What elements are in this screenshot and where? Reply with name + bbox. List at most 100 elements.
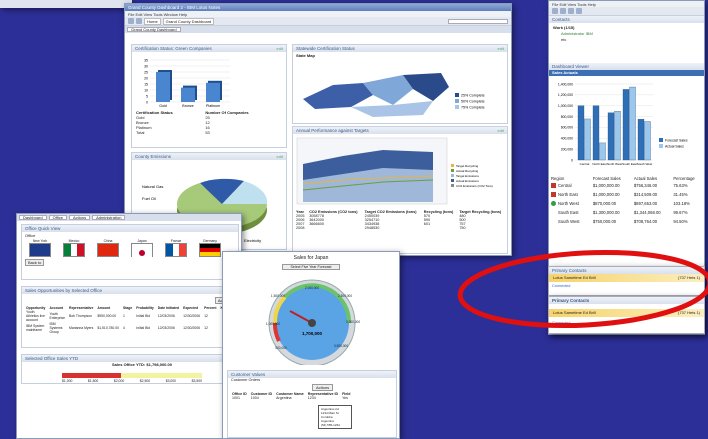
flag-icon <box>29 243 51 257</box>
targets-title: Annual Performance against Targets <box>296 128 369 133</box>
open-icon[interactable] <box>560 8 566 14</box>
sales-bar <box>614 111 621 161</box>
sales-cell: $756,346.00 <box>633 183 658 188</box>
pie-label-fuel-oil: Fuel Oil <box>142 196 156 201</box>
pie-label-natural-gas: Natural Gas <box>142 184 163 189</box>
state-edit-link[interactable]: edit <box>498 46 504 51</box>
opps-col: Probability <box>136 306 154 310</box>
scale-label: $1,000 <box>62 379 73 383</box>
sales-row: South East $1,300,000.00 $1,344,068.00 99.6… <box>549 208 704 217</box>
opps-row-cell: 1 <box>123 314 125 318</box>
refresh-icon[interactable] <box>568 8 574 14</box>
primary-contacts-1: Primary Contacts Lotus Sametime Ed Brill… <box>548 266 705 296</box>
contact-etc[interactable]: etc <box>553 37 700 43</box>
flag-option[interactable]: Mexico <box>59 239 89 257</box>
cert-table: Certification Status Number Of Companies … <box>134 110 284 135</box>
gauge-tick-label: 2,500,000 <box>338 294 352 298</box>
sales-row: North East $1,000,000.00 $314,509.00 31.45% <box>549 190 704 199</box>
flag-option[interactable]: France <box>161 239 191 257</box>
targets-legend-label: Target Emissions <box>456 174 479 178</box>
sales-cell: $1,000,000.00 <box>592 183 620 188</box>
cert-title: Certification Status: Green Companies <box>135 46 212 51</box>
targets-area-chart: Target RecyclingActual RecyclingTarget E… <box>296 137 493 205</box>
emissions-edit-link[interactable]: edit <box>277 154 283 159</box>
dashboard-tabstrip: Grand County Dashboard <box>125 26 511 33</box>
cert-ytick: 35 <box>144 58 148 62</box>
sales-bar <box>577 105 585 161</box>
primary1-row[interactable]: Lotus Sametime Ed Brill (737 Hets 1) <box>549 274 704 282</box>
targets-table: Year CO2 Emissions (CO2 tons) Target CO2 E… <box>294 210 506 230</box>
customer-cell: Yes <box>342 396 348 400</box>
sales-bar <box>637 119 645 161</box>
region-status-icon <box>551 219 556 225</box>
cert-edit-link[interactable]: edit <box>277 46 283 51</box>
opps-col: Percent <box>204 306 217 310</box>
search-input[interactable] <box>448 18 508 24</box>
targets-edit-link[interactable]: edit <box>498 128 504 133</box>
office-tab[interactable]: Dashboard <box>19 215 47 220</box>
five-year-forecast-button[interactable]: Select Five Year Forecast <box>282 264 340 270</box>
sales-cell: $1,300,000.00 <box>592 210 620 215</box>
flag-icon <box>97 243 119 257</box>
map-region-west <box>303 83 373 109</box>
tab-home[interactable]: Home <box>144 17 161 25</box>
map-legend-label: 25% Complete <box>461 94 485 98</box>
customer-cell: 1234 <box>307 396 316 400</box>
customer-cell: Argentina <box>276 396 292 400</box>
sales-xtick: Central <box>580 162 590 166</box>
map-region-central <box>363 75 413 105</box>
state-panel: Statewide Certification Status edit State… <box>292 44 508 124</box>
gauge-tick-label: 3,000,000 <box>346 320 360 324</box>
opps-row-cell: Youth Athletics live account <box>26 310 45 322</box>
gauge-tick-label: 1,000,000 <box>266 322 280 326</box>
sales-bar <box>584 118 591 161</box>
flag-option[interactable]: China <box>93 239 123 257</box>
tab-grand-county[interactable]: Grand County Dashboard <box>127 27 181 32</box>
tab-dashboard[interactable]: Grand County Dashboard <box>162 17 215 25</box>
flag-option[interactable]: Japan <box>127 239 157 260</box>
opps-row-cell: Marianna Myers <box>69 326 94 330</box>
targets-row: 2008 2948530 750 <box>294 226 506 230</box>
sales-bar <box>607 112 615 161</box>
targets-panel: Annual Performance against Targets edit T… <box>292 126 508 254</box>
sales-xtick: North East <box>592 162 606 166</box>
targets-row-cell <box>422 226 458 230</box>
office-tab[interactable]: Administration <box>92 215 126 220</box>
sales-bar <box>629 86 636 161</box>
office-tab[interactable]: Office <box>48 215 67 220</box>
office-tab[interactable]: Actions <box>68 215 91 220</box>
cert-row-cell: Total <box>136 130 145 135</box>
opps-row-cell: $1,510,780.00 <box>97 326 120 330</box>
sales-cell: $708,764.00 <box>633 219 658 224</box>
gauge-tick-label: 3,500,000 <box>334 344 348 348</box>
opps-row: Youth Athletics live account Youth Enterp… <box>24 310 238 322</box>
sales-xtick: South West <box>637 162 653 166</box>
back-button[interactable]: Back to <box>25 259 45 266</box>
sales-cell: $750,000.00 <box>592 219 617 224</box>
customer-cell: 1004 <box>250 396 259 400</box>
sales-bar <box>644 121 651 161</box>
customer-actions[interactable]: Actions <box>312 384 334 391</box>
chat-icon[interactable] <box>576 8 582 14</box>
flag-option[interactable]: Germany <box>195 239 225 257</box>
opps-row-cell: $950,000.00 <box>97 314 117 318</box>
state-map-label: State Map <box>296 53 315 58</box>
flag-option[interactable]: New York <box>25 239 55 257</box>
targets-row-cell: 750 <box>459 226 466 230</box>
primary2-row[interactable]: Lotus Sametime Ed Brill (737 Hets 1) <box>549 309 704 317</box>
back-icon[interactable] <box>128 18 134 24</box>
flag-icon <box>165 243 187 257</box>
state-title: Statewide Certification Status <box>296 46 355 51</box>
customer-subtitle: Customer Orders <box>231 378 261 382</box>
gauge-tick-label: 2,000,000 <box>305 286 319 290</box>
dashboard-viewer-header: Dashboard Viewer <box>549 63 704 70</box>
cert-row: Total 53 <box>134 130 284 135</box>
office-panel: Office Quick View Office New York Mexico C… <box>21 224 239 280</box>
window-office: Dashboard Office Actions Administration Off… <box>16 213 242 439</box>
forward-icon[interactable] <box>136 18 142 24</box>
new-icon[interactable] <box>552 8 558 14</box>
sales-ytick: 1,000,000 <box>558 104 573 108</box>
customer-cell: 1001 <box>232 396 240 400</box>
sales-scale: $1,000 $1,500 $2,000 $2,500 $3,000 $3,500 <box>62 379 202 383</box>
primary2-footer: Connected <box>552 321 571 325</box>
